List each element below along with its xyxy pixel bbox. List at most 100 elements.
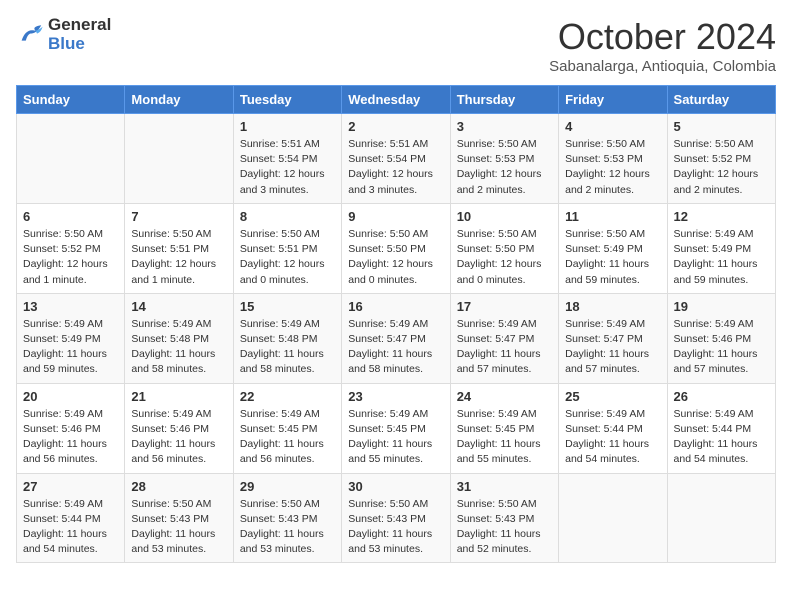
header-tuesday: Tuesday (233, 86, 341, 114)
calendar-cell: 23 Sunrise: 5:49 AM Sunset: 5:45 PM Dayli… (342, 383, 450, 473)
week-row-2: 6Sunrise: 5:50 AM Sunset: 5:52 PM Daylig… (17, 203, 776, 293)
calendar-cell: 21 Sunrise: 5:49 AM Sunset: 5:46 PM Dayli… (125, 383, 233, 473)
day-number: 4 (565, 119, 660, 134)
day-info: Sunrise: 5:49 AM Sunset: 5:44 PM Dayligh… (23, 497, 118, 558)
day-info: Sunrise: 5:49 AM Sunset: 5:46 PM Dayligh… (23, 407, 118, 468)
calendar-cell: 16Sunrise: 5:49 AM Sunset: 5:47 PM Dayli… (342, 293, 450, 383)
calendar-cell (125, 114, 233, 204)
day-info: Sunrise: 5:49 AM Sunset: 5:46 PM Dayligh… (674, 317, 769, 378)
calendar-cell: 30Sunrise: 5:50 AM Sunset: 5:43 PM Dayli… (342, 473, 450, 563)
calendar-cell: 14 Sunrise: 5:49 AM Sunset: 5:48 PM Dayli… (125, 293, 233, 383)
calendar-cell: 15 Sunrise: 5:49 AM Sunset: 5:48 PM Dayli… (233, 293, 341, 383)
calendar-cell: 25 Sunrise: 5:49 AM Sunset: 5:44 PM Dayli… (559, 383, 667, 473)
header-row: SundayMondayTuesdayWednesdayThursdayFrid… (17, 86, 776, 114)
header-sunday: Sunday (17, 86, 125, 114)
calendar-cell (17, 114, 125, 204)
calendar-cell (559, 473, 667, 563)
day-info: Sunrise: 5:50 AM Sunset: 5:50 PM Dayligh… (348, 227, 443, 288)
calendar-cell: 1 Sunrise: 5:51 AM Sunset: 5:54 PM Daylig… (233, 114, 341, 204)
day-number: 17 (457, 299, 552, 314)
day-number: 16 (348, 299, 443, 314)
title-block: October 2024 Sabanalarga, Antioquia, Col… (549, 16, 776, 75)
day-number: 5 (674, 119, 769, 134)
day-number: 30 (348, 479, 443, 494)
day-number: 9 (348, 209, 443, 224)
logo-icon (16, 21, 44, 49)
day-number: 2 (348, 119, 443, 134)
day-number: 21 (131, 389, 226, 404)
calendar-cell: 8 Sunrise: 5:50 AM Sunset: 5:51 PM Daylig… (233, 203, 341, 293)
calendar-cell: 2 Sunrise: 5:51 AM Sunset: 5:54 PM Daylig… (342, 114, 450, 204)
day-number: 12 (674, 209, 769, 224)
month-title: October 2024 (549, 16, 776, 58)
subtitle: Sabanalarga, Antioquia, Colombia (549, 58, 776, 75)
header-thursday: Thursday (450, 86, 558, 114)
day-number: 26 (674, 389, 769, 404)
day-info: Sunrise: 5:49 AM Sunset: 5:48 PM Dayligh… (131, 317, 226, 378)
calendar-cell: 28 Sunrise: 5:50 AM Sunset: 5:43 PM Dayli… (125, 473, 233, 563)
calendar-cell: 22Sunrise: 5:49 AM Sunset: 5:45 PM Dayli… (233, 383, 341, 473)
day-number: 3 (457, 119, 552, 134)
day-number: 8 (240, 209, 335, 224)
day-number: 7 (131, 209, 226, 224)
calendar-cell: 20Sunrise: 5:49 AM Sunset: 5:46 PM Dayli… (17, 383, 125, 473)
day-number: 10 (457, 209, 552, 224)
day-info: Sunrise: 5:49 AM Sunset: 5:44 PM Dayligh… (565, 407, 660, 468)
day-number: 13 (23, 299, 118, 314)
header-wednesday: Wednesday (342, 86, 450, 114)
day-number: 25 (565, 389, 660, 404)
day-number: 11 (565, 209, 660, 224)
day-info: Sunrise: 5:50 AM Sunset: 5:52 PM Dayligh… (23, 227, 118, 288)
day-info: Sunrise: 5:49 AM Sunset: 5:47 PM Dayligh… (565, 317, 660, 378)
calendar-cell: 27 Sunrise: 5:49 AM Sunset: 5:44 PM Dayli… (17, 473, 125, 563)
day-number: 1 (240, 119, 335, 134)
week-row-5: 27 Sunrise: 5:49 AM Sunset: 5:44 PM Dayli… (17, 473, 776, 563)
day-number: 23 (348, 389, 443, 404)
calendar-cell: 19 Sunrise: 5:49 AM Sunset: 5:46 PM Dayli… (667, 293, 775, 383)
week-row-4: 20Sunrise: 5:49 AM Sunset: 5:46 PM Dayli… (17, 383, 776, 473)
header-monday: Monday (125, 86, 233, 114)
day-info: Sunrise: 5:49 AM Sunset: 5:46 PM Dayligh… (131, 407, 226, 468)
day-info: Sunrise: 5:51 AM Sunset: 5:54 PM Dayligh… (240, 137, 335, 198)
day-number: 27 (23, 479, 118, 494)
calendar-cell: 12 Sunrise: 5:49 AM Sunset: 5:49 PM Dayli… (667, 203, 775, 293)
calendar-cell: 26 Sunrise: 5:49 AM Sunset: 5:44 PM Dayli… (667, 383, 775, 473)
day-info: Sunrise: 5:49 AM Sunset: 5:48 PM Dayligh… (240, 317, 335, 378)
calendar-cell: 17 Sunrise: 5:49 AM Sunset: 5:47 PM Dayli… (450, 293, 558, 383)
calendar-table: SundayMondayTuesdayWednesdayThursdayFrid… (16, 85, 776, 563)
header-saturday: Saturday (667, 86, 775, 114)
day-number: 29 (240, 479, 335, 494)
day-number: 19 (674, 299, 769, 314)
day-info: Sunrise: 5:50 AM Sunset: 5:43 PM Dayligh… (131, 497, 226, 558)
day-info: Sunrise: 5:50 AM Sunset: 5:43 PM Dayligh… (457, 497, 552, 558)
calendar-cell: 6Sunrise: 5:50 AM Sunset: 5:52 PM Daylig… (17, 203, 125, 293)
day-number: 15 (240, 299, 335, 314)
day-info: Sunrise: 5:50 AM Sunset: 5:50 PM Dayligh… (457, 227, 552, 288)
calendar-cell: 5Sunrise: 5:50 AM Sunset: 5:52 PM Daylig… (667, 114, 775, 204)
calendar-cell: 29 Sunrise: 5:50 AM Sunset: 5:43 PM Dayli… (233, 473, 341, 563)
day-number: 22 (240, 389, 335, 404)
day-info: Sunrise: 5:50 AM Sunset: 5:51 PM Dayligh… (131, 227, 226, 288)
day-info: Sunrise: 5:51 AM Sunset: 5:54 PM Dayligh… (348, 137, 443, 198)
day-info: Sunrise: 5:50 AM Sunset: 5:43 PM Dayligh… (240, 497, 335, 558)
day-info: Sunrise: 5:50 AM Sunset: 5:51 PM Dayligh… (240, 227, 335, 288)
calendar-cell: 10 Sunrise: 5:50 AM Sunset: 5:50 PM Dayli… (450, 203, 558, 293)
day-info: Sunrise: 5:49 AM Sunset: 5:49 PM Dayligh… (23, 317, 118, 378)
day-info: Sunrise: 5:49 AM Sunset: 5:44 PM Dayligh… (674, 407, 769, 468)
day-info: Sunrise: 5:49 AM Sunset: 5:45 PM Dayligh… (457, 407, 552, 468)
day-info: Sunrise: 5:50 AM Sunset: 5:49 PM Dayligh… (565, 227, 660, 288)
day-number: 28 (131, 479, 226, 494)
day-info: Sunrise: 5:50 AM Sunset: 5:53 PM Dayligh… (457, 137, 552, 198)
day-number: 14 (131, 299, 226, 314)
week-row-1: 1 Sunrise: 5:51 AM Sunset: 5:54 PM Daylig… (17, 114, 776, 204)
calendar-cell: 4 Sunrise: 5:50 AM Sunset: 5:53 PM Daylig… (559, 114, 667, 204)
week-row-3: 13 Sunrise: 5:49 AM Sunset: 5:49 PM Dayli… (17, 293, 776, 383)
calendar-cell: 11 Sunrise: 5:50 AM Sunset: 5:49 PM Dayli… (559, 203, 667, 293)
day-number: 24 (457, 389, 552, 404)
calendar-cell: 9 Sunrise: 5:50 AM Sunset: 5:50 PM Daylig… (342, 203, 450, 293)
header-friday: Friday (559, 86, 667, 114)
day-info: Sunrise: 5:49 AM Sunset: 5:47 PM Dayligh… (457, 317, 552, 378)
day-info: Sunrise: 5:50 AM Sunset: 5:53 PM Dayligh… (565, 137, 660, 198)
day-info: Sunrise: 5:49 AM Sunset: 5:49 PM Dayligh… (674, 227, 769, 288)
day-info: Sunrise: 5:49 AM Sunset: 5:45 PM Dayligh… (348, 407, 443, 468)
